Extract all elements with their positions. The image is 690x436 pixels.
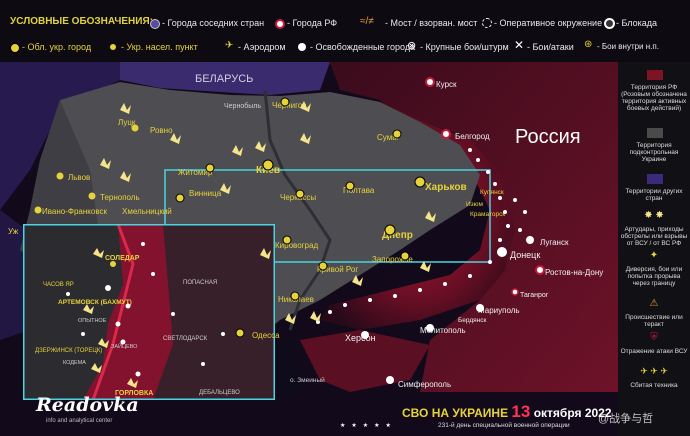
city-ivano: Ивано-Франковск [42,207,107,216]
legend-title: УСЛОВНЫЕ ОБОЗНАЧЕНИЯ: [10,16,153,27]
city-zmeiny: о. Змеиный [290,376,325,384]
city-rovno: Ровно [150,126,173,135]
ua-region-city-icon [10,43,20,53]
front-line-markers [316,148,527,324]
side-legend-russia: Территория РФ (Розовым обозначена террит… [621,84,687,112]
city-kursk: Курск [436,80,457,89]
bridge-icon: ≈/≠ [360,16,374,27]
city-kramatorsk: Краматорск [470,211,505,218]
city-lvov: Львов [68,173,90,182]
side-legend-other: Территории других стран [625,188,683,202]
legend-item-ua-region-city: - Обл. укр. город [22,42,92,52]
brand-logo: Readovka [36,394,139,416]
side-legend-strikes: Артудары, приходы обстрелы или взрывы от… [620,226,688,247]
side-legend-repelled: Отражение атаки ВСУ [620,348,688,355]
city-lugansk: Луганск [540,238,569,247]
footer-title: СВО НА УКРАИНЕ 13 октября 2022 [402,402,612,422]
explosion-icon: ✸ ✸ [644,210,664,221]
urban-fighting-icon: ⊛ [584,39,593,50]
ru-city-icon [275,19,285,29]
footer-stars: ★★★★★ [340,423,397,429]
legend-item-blockade: - Блокада [616,18,658,28]
incident-icon: ⚠ [649,298,659,309]
plane-icon: ✈ ✈ ✈ [640,366,668,376]
city-kherson: Херсон [345,333,376,343]
neighbor-city-icon [150,19,160,29]
encirclement-icon [482,18,492,28]
airfield-icon: ✈ [225,40,234,51]
city-belgorod: Белгород [455,132,490,141]
country-label-russia: Россия [515,126,581,148]
swatch-russia [647,70,663,80]
city-kirovograd: Кировоград [275,241,318,250]
fighting-icon: ✕ [514,38,525,52]
liberated-city-icon [298,43,306,51]
city-simferopol: Симферополь [398,380,451,389]
legend-item-neighbor-cities: - Города соседних стран [162,18,265,28]
legend-item-liberated: - Освобожденные города [310,42,416,52]
swatch-other [647,174,663,184]
city-markers [34,77,545,384]
watermark: @战争与哲 [598,413,654,425]
city-chernobyl: Чернобыль [224,102,261,110]
side-legend-downed: Сбитая техника [630,382,678,389]
legend-item-encirclement: - Оперативное окружение [494,18,603,28]
legend-item-ua-settlement: - Укр. насел. пункт [121,42,198,52]
legend-item-fighting: - Бои/атаки [527,42,574,52]
city-berdyansk: Бердянск [458,317,486,324]
side-legend-ukraine: Территория подконтрольная Украине [629,142,679,163]
footer-subtitle: 231-й день специальной военной операции [438,422,570,429]
legend-item-heavy-fighting: - Крупные бои/штурм [420,42,509,52]
legend-panel: УСЛОВНЫЕ ОБОЗНАЧЕНИЯ: - Города соседних … [0,0,690,62]
city-rostov: Ростов-на-Дону [545,268,603,277]
city-kupyansk: Купянск [480,189,504,196]
footer: Readovka info and analytical center СВО … [0,392,618,436]
city-mariupol: Мариуполь [478,306,520,315]
city-taganrog: Таганрог [520,292,549,299]
side-legend-sabotage: Диверсия, бои или попытка прорыва через … [625,266,683,287]
country-label-belarus: БЕЛАРУСЬ [195,73,253,85]
swatch-ukraine [647,128,663,138]
side-legend: Территория РФ (Розовым обозначена террит… [618,62,690,436]
city-donetsk: Донецк [510,250,540,260]
side-legend-incident: Происшествие или теракт [625,314,683,328]
city-odessa: Одесса [252,331,280,340]
city-khmelnitsky: Хмельницкий [122,207,172,216]
legend-item-urban-fighting: - Бои внутри н.п. [597,42,659,51]
footer-title-prefix: СВО НА УКРАИНЕ [402,406,509,420]
blockade-icon [604,18,615,29]
legend-item-airfield: - Аэродром [238,42,286,52]
legend-item-bridge: - Мост / взорван. мост [385,18,478,28]
city-uzh: Уж [8,227,19,236]
city-vinnitsa: Винница [189,189,222,198]
legend-item-ru-cities: - Города РФ [287,18,338,28]
sabotage-icon: ✦ [649,250,659,261]
city-kharkov: Харьков [425,182,467,193]
ua-settlement-icon [110,44,116,50]
footer-day: 13 [511,402,531,421]
brand-subtitle: info and analytical center [46,418,113,424]
heavy-fighting-icon: ⊗ [407,40,417,52]
shield-icon: ⛨ [650,332,658,343]
city-ternopol: Тернополь [100,193,140,202]
city-izum: Изюм [466,201,483,208]
